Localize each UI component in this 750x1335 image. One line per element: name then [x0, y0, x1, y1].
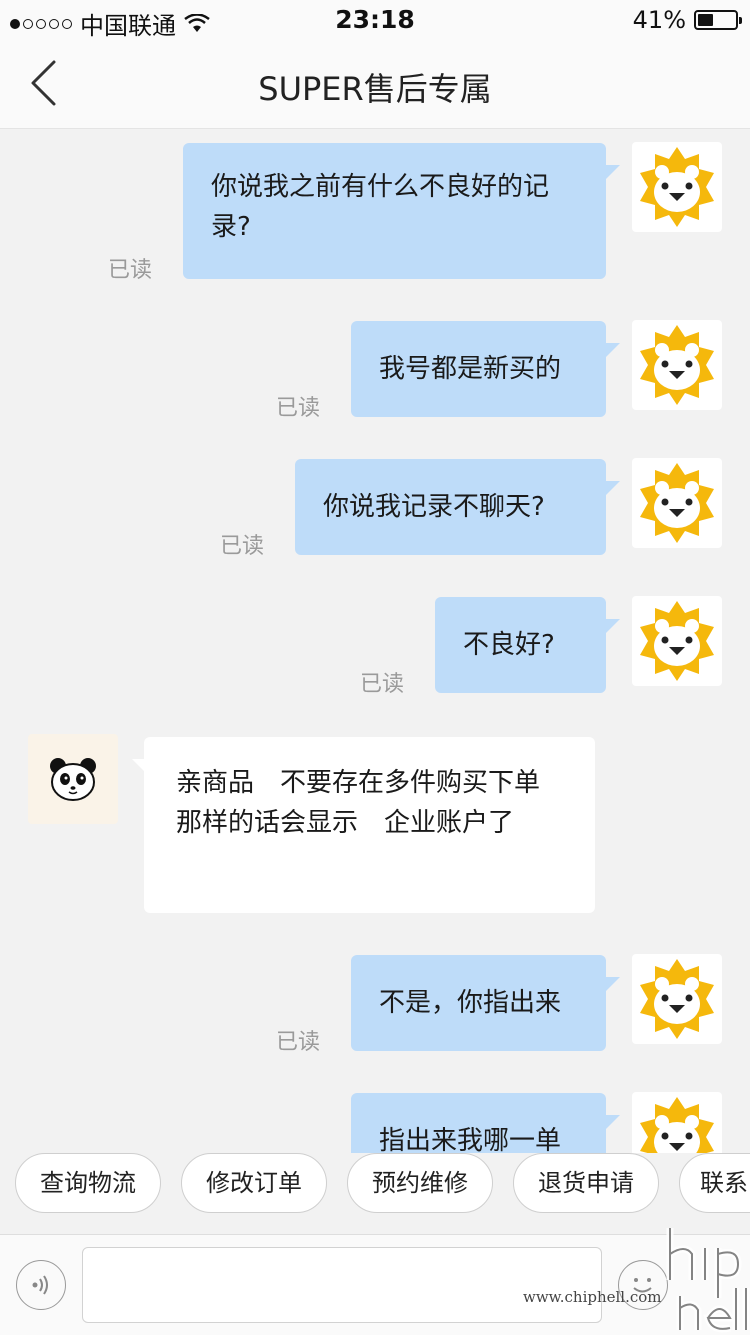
message-bubble-outgoing[interactable]: 你说我之前有什么不良好的记录? [183, 143, 620, 279]
message-bubble-outgoing[interactable]: 我号都是新买的 [351, 321, 620, 417]
read-receipt: 已读 [276, 1030, 321, 1055]
lion-avatar-icon [640, 601, 714, 681]
lion-avatar-icon [640, 147, 714, 227]
quick-reply-contact[interactable]: 联系 [679, 1153, 750, 1213]
user-avatar[interactable] [632, 1092, 722, 1153]
user-avatar[interactable] [632, 596, 722, 686]
user-avatar[interactable] [632, 320, 722, 410]
voice-icon [32, 1275, 48, 1295]
read-receipt: 已读 [220, 534, 265, 559]
message-text: 亲商品 不要存在多件购买下单 那样的话会显示 企业账户了 [176, 768, 567, 838]
quick-reply-modify-order[interactable]: 修改订单 [181, 1153, 327, 1213]
lion-avatar-icon [640, 1097, 714, 1153]
message-bubble-outgoing[interactable]: 你说我记录不聊天? [295, 459, 620, 555]
chat-area[interactable]: 你说我之前有什么不良好的记录? 已读 我号都是新买的 已读 你说我记录不聊天? … [0, 128, 750, 1153]
message-text: 不是，你指出来 [379, 988, 562, 1018]
message-bubble-outgoing[interactable]: 指出来我哪一单 [351, 1093, 620, 1153]
message-text: 指出来我哪一单 [379, 1126, 562, 1153]
battery-percent: 41% [632, 6, 686, 34]
nav-bar: SUPER售后专属 [0, 40, 750, 129]
message-text: 你说我之前有什么不良好的记录? [211, 172, 550, 242]
read-receipt: 已读 [276, 396, 321, 421]
chiphell-logo [666, 1228, 750, 1333]
message-bubble-incoming[interactable]: 亲商品 不要存在多件购买下单 那样的话会显示 企业账户了 [132, 737, 595, 913]
message-text: 你说我记录不聊天? [323, 492, 545, 522]
message-text: 我号都是新买的 [379, 354, 562, 384]
voice-button[interactable] [16, 1260, 66, 1310]
user-avatar[interactable] [632, 458, 722, 548]
panda-avatar-icon [50, 758, 96, 801]
status-right: 41% [632, 6, 742, 34]
page-title: SUPER售后专属 [258, 70, 492, 108]
quick-reply-return-request[interactable]: 退货申请 [513, 1153, 659, 1213]
message-bubble-outgoing[interactable]: 不是，你指出来 [351, 955, 620, 1051]
user-avatar[interactable] [632, 954, 722, 1044]
message-text: 不良好? [463, 630, 555, 660]
lion-avatar-icon [640, 325, 714, 405]
quick-reply-book-repair[interactable]: 预约维修 [347, 1153, 493, 1213]
battery-icon [694, 10, 742, 30]
lion-avatar-icon [640, 463, 714, 543]
message-bubble-outgoing[interactable]: 不良好? [435, 597, 620, 693]
read-receipt: 已读 [360, 672, 405, 697]
read-receipt: 已读 [108, 258, 153, 283]
user-avatar[interactable] [632, 142, 722, 232]
quick-reply-track-logistics[interactable]: 查询物流 [15, 1153, 161, 1213]
lion-avatar-icon [640, 959, 714, 1039]
watermark-url: www.chiphell.com [523, 1288, 662, 1306]
agent-avatar[interactable] [28, 734, 118, 824]
status-bar: 中国联通 23:18 41% [0, 0, 750, 40]
